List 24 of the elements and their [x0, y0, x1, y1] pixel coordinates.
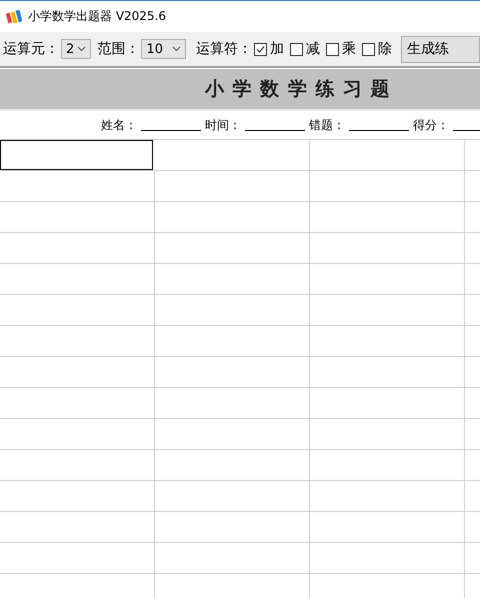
chevron-down-icon	[172, 46, 181, 52]
chevron-down-icon	[77, 46, 86, 52]
app-logo-icon	[6, 10, 22, 24]
checkbox[interactable]	[362, 42, 375, 56]
checkbox[interactable]	[254, 42, 267, 56]
info-label: 得分：	[413, 116, 449, 134]
operators-label: 运算符：	[196, 40, 252, 58]
info-label: 时间：	[205, 116, 241, 134]
checkbox[interactable]	[326, 42, 339, 56]
window-title: 小学数学出题器 V2025.6	[28, 8, 166, 25]
checkbox[interactable]	[290, 42, 303, 56]
range-dropdown[interactable]: 10	[141, 39, 186, 59]
operand-label: 运算元：	[3, 40, 59, 58]
range-label: 范围：	[97, 40, 140, 58]
info-label: 姓名：	[101, 116, 137, 134]
checkbox-label: 减	[306, 40, 320, 58]
checkbox-label: 除	[378, 40, 392, 58]
checkbox-label: 加	[270, 40, 284, 58]
operand-dropdown[interactable]: 2	[61, 39, 92, 59]
generate-button[interactable]: 生成练	[401, 36, 480, 62]
info-label: 错题：	[309, 116, 345, 134]
table-cell[interactable]	[0, 140, 153, 170]
checkbox-label: 乘	[342, 40, 356, 58]
sheet-heading: 小 学 数 学 练 习 题	[205, 77, 391, 102]
